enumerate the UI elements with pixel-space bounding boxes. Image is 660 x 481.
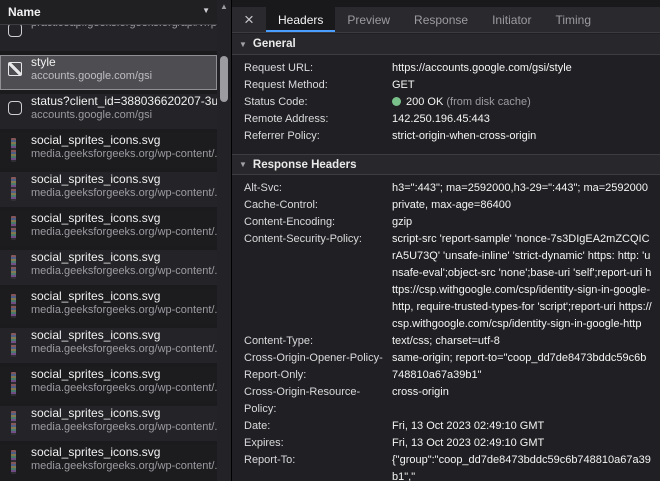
network-request-row[interactable]: social_sprites_icons.svg media.geeksforg… bbox=[0, 133, 217, 168]
section-header[interactable]: ▼ Response Headers bbox=[232, 154, 660, 175]
network-request-row[interactable]: practiceapi.geeksforgeeks.org/api/vr/p..… bbox=[0, 25, 217, 51]
network-request-row[interactable]: social_sprites_icons.svg media.geeksforg… bbox=[0, 445, 217, 480]
header-row: Cross-Origin-Resource-Policy: cross-orig… bbox=[244, 384, 652, 418]
image-thumbnail-icon bbox=[11, 294, 16, 318]
sort-arrow-icon[interactable]: ▼ bbox=[202, 6, 210, 15]
header-row: Expires: Fri, 13 Oct 2023 02:49:10 GMT bbox=[244, 435, 652, 452]
tab-headers[interactable]: Headers bbox=[266, 7, 335, 32]
scrollbar-thumb[interactable] bbox=[220, 56, 228, 102]
section-header[interactable]: ▼ General bbox=[232, 34, 660, 55]
headers-content: ▼ General Request URL: https://accounts.… bbox=[232, 34, 660, 481]
stylesheet-icon bbox=[8, 62, 22, 76]
tab-preview[interactable]: Preview bbox=[335, 7, 402, 32]
request-detail-pane: × HeadersPreviewResponseInitiatorTiming … bbox=[232, 0, 660, 481]
image-thumbnail-icon bbox=[11, 411, 16, 435]
fetch-icon bbox=[8, 101, 22, 115]
image-thumbnail-icon bbox=[11, 255, 16, 279]
network-request-row[interactable]: social_sprites_icons.svg media.geeksforg… bbox=[0, 367, 217, 402]
header-row: Report-To: {"group":"coop_dd7de8473bddc5… bbox=[244, 452, 652, 481]
image-thumbnail-icon bbox=[11, 333, 16, 357]
fetch-icon bbox=[8, 25, 22, 37]
header-row: Content-Type: text/css; charset=utf-8 bbox=[244, 333, 652, 350]
network-request-row[interactable]: status?client_id=388036620207-3uolk1... … bbox=[0, 94, 217, 129]
tab-initiator[interactable]: Initiator bbox=[480, 7, 543, 32]
status-note: (from disk cache) bbox=[446, 96, 530, 108]
header-row: Request URL: https://accounts.google.com… bbox=[244, 60, 652, 77]
network-request-row[interactable]: social_sprites_icons.svg media.geeksforg… bbox=[0, 250, 217, 285]
header-row: Alt-Svc: h3=":443"; ma=2592000,h3-29=":4… bbox=[244, 180, 652, 197]
request-rows: practiceapi.geeksforgeeks.org/api/vr/p..… bbox=[0, 25, 217, 481]
image-thumbnail-icon bbox=[11, 177, 16, 201]
collapse-triangle-icon: ▼ bbox=[239, 160, 247, 169]
headers-section: ▼ Response Headers Alt-Svc: h3=":443"; m… bbox=[232, 154, 660, 481]
image-thumbnail-icon bbox=[11, 372, 16, 396]
network-request-row[interactable]: style accounts.google.com/gsi bbox=[0, 55, 217, 90]
header-row: Status Code: 200 OK (from disk cache) bbox=[244, 94, 652, 111]
network-request-row[interactable]: social_sprites_icons.svg media.geeksforg… bbox=[0, 328, 217, 363]
image-thumbnail-icon bbox=[11, 216, 16, 240]
header-row: Remote Address: 142.250.196.45:443 bbox=[244, 111, 652, 128]
detail-tab-bar: × HeadersPreviewResponseInitiatorTiming bbox=[232, 0, 660, 33]
name-column-header[interactable]: Name ▼ bbox=[0, 0, 231, 25]
header-row: Cache-Control: private, max-age=86400 bbox=[244, 197, 652, 214]
network-request-row[interactable]: social_sprites_icons.svg media.geeksforg… bbox=[0, 289, 217, 324]
collapse-triangle-icon: ▼ bbox=[239, 40, 247, 49]
network-request-row[interactable]: social_sprites_icons.svg media.geeksforg… bbox=[0, 406, 217, 441]
name-column-label: Name bbox=[0, 5, 41, 19]
image-thumbnail-icon bbox=[11, 138, 16, 162]
list-scrollbar[interactable]: ▲ bbox=[217, 0, 231, 481]
status-ok-dot bbox=[392, 97, 401, 106]
devtools-network-panel: Name ▼ practiceapi.geeksforgeeks.org/api… bbox=[0, 0, 660, 481]
header-row: Content-Security-Policy: script-src 'rep… bbox=[244, 231, 652, 333]
header-row: Referrer Policy: strict-origin-when-cros… bbox=[244, 128, 652, 145]
scroll-up-icon[interactable]: ▲ bbox=[217, 0, 231, 14]
image-thumbnail-icon bbox=[11, 450, 16, 474]
tab-timing[interactable]: Timing bbox=[543, 7, 603, 32]
network-request-row[interactable]: social_sprites_icons.svg media.geeksforg… bbox=[0, 211, 217, 246]
header-row: Date: Fri, 13 Oct 2023 02:49:10 GMT bbox=[244, 418, 652, 435]
close-icon: × bbox=[244, 10, 254, 30]
request-list-pane: Name ▼ practiceapi.geeksforgeeks.org/api… bbox=[0, 0, 232, 481]
header-row: Request Method: GET bbox=[244, 77, 652, 94]
header-row: Cross-Origin-Opener-Policy-Report-Only: … bbox=[244, 350, 652, 384]
header-row: Content-Encoding: gzip bbox=[244, 214, 652, 231]
tab-response[interactable]: Response bbox=[402, 7, 480, 32]
close-button[interactable]: × bbox=[232, 7, 266, 32]
network-request-row[interactable]: social_sprites_icons.svg media.geeksforg… bbox=[0, 172, 217, 207]
headers-section: ▼ General Request URL: https://accounts.… bbox=[232, 34, 660, 154]
